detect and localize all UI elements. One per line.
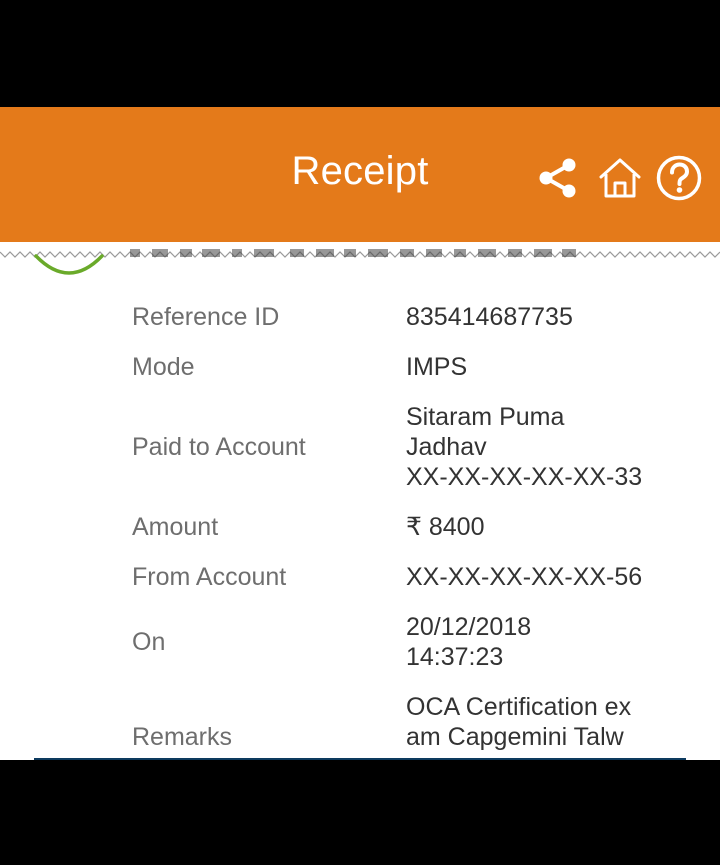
- transaction-time: 14:37:23: [406, 643, 504, 671]
- mode-label: Mode: [132, 353, 195, 381]
- help-icon[interactable]: [656, 155, 702, 201]
- reference-id-value: 835414687735: [406, 303, 573, 331]
- app-header: Receipt: [0, 107, 720, 242]
- remarks-label: Remarks: [132, 723, 233, 751]
- remarks-line-2: am Capgemini Talw: [406, 723, 624, 751]
- on-label: On: [132, 628, 166, 656]
- reference-id-label: Reference ID: [132, 303, 280, 331]
- share-icon[interactable]: [535, 155, 581, 201]
- remarks-line-1: OCA Certification ex: [406, 693, 632, 721]
- remarks-value: OCA Certification ex am Capgemini Talw: [406, 692, 666, 752]
- transaction-datetime: 20/12/2018 14:37:23: [406, 612, 666, 672]
- transaction-date: 20/12/2018: [406, 613, 532, 641]
- home-icon[interactable]: [597, 155, 643, 201]
- amount-label: Amount: [132, 513, 219, 541]
- payee-name-line-1: Sitaram Puma: [406, 403, 565, 431]
- success-check-circle-icon: [34, 254, 104, 275]
- mode-value: IMPS: [406, 353, 468, 381]
- paid-to-account-label: Paid to Account: [132, 433, 306, 461]
- navigation-bar-area: [0, 760, 720, 865]
- payee-name-line-2: Jadhav: [406, 433, 487, 461]
- from-account-value: XX-XX-XX-XX-XX-56: [406, 563, 643, 591]
- partially-hidden-status-text: [130, 249, 576, 257]
- status-bar-area: [0, 0, 720, 107]
- amount-value: ₹ 8400: [406, 513, 485, 541]
- paid-to-account-value: Sitaram Puma Jadhav XX-XX-XX-XX-XX-33: [406, 402, 666, 492]
- payee-account-number: XX-XX-XX-XX-XX-33: [406, 463, 643, 491]
- receipt-body: Reference ID 835414687735 Mode IMPS Paid…: [0, 242, 720, 760]
- from-account-label: From Account: [132, 563, 287, 591]
